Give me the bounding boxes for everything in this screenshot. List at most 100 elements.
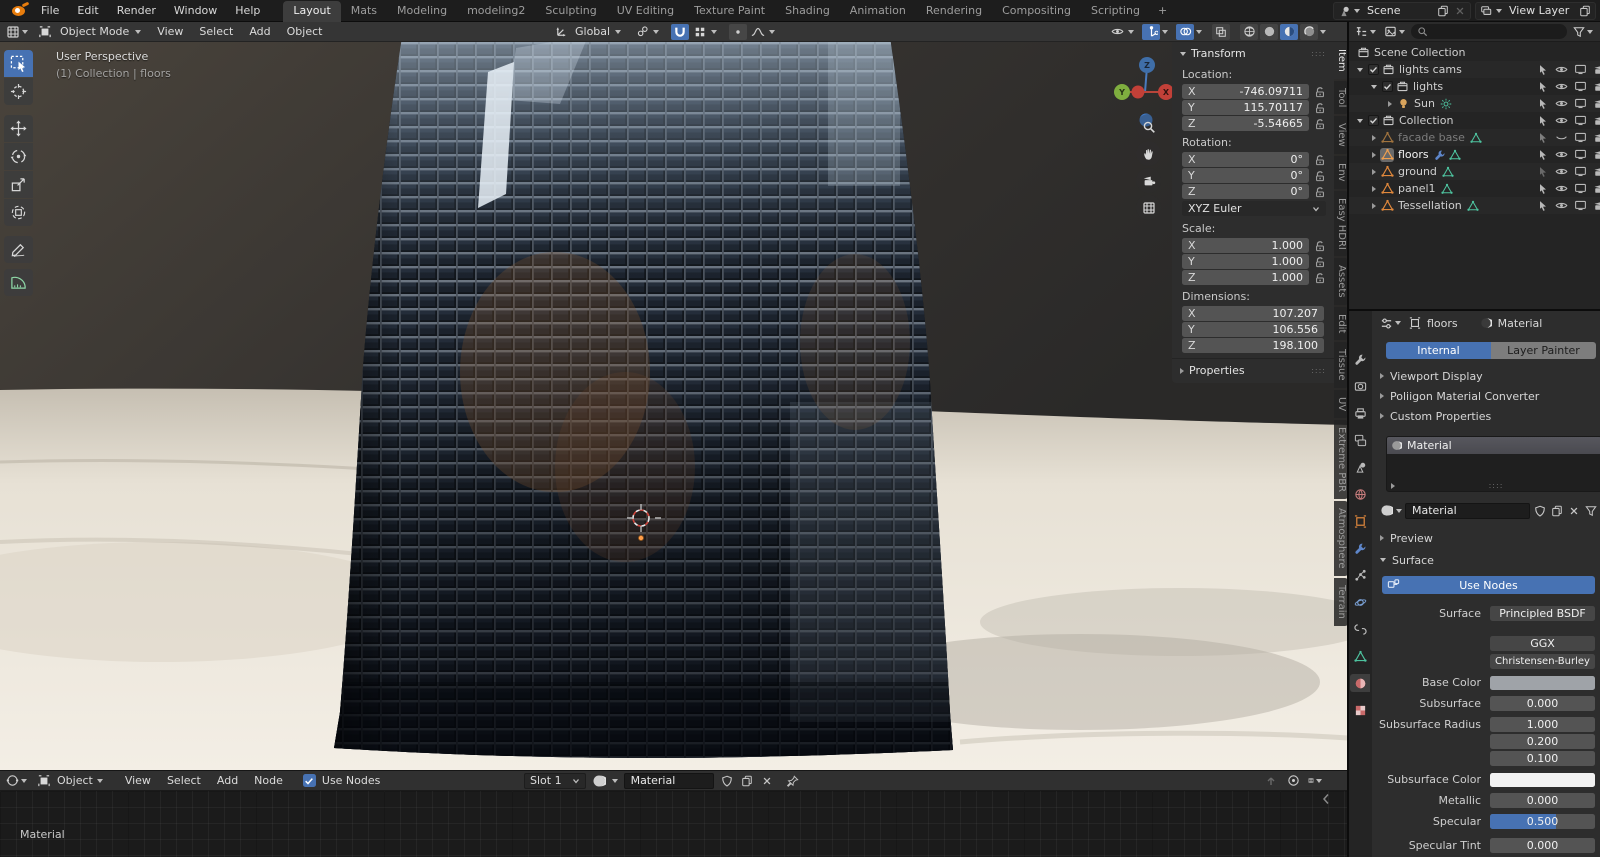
disable-render-icon[interactable] [1593,200,1600,212]
workspace-tab-uv-editing[interactable]: UV Editing [607,1,684,22]
properties-tab-render-icon[interactable] [1350,377,1370,395]
tab-layer-painter[interactable]: Layer Painter [1491,342,1596,359]
workspace-tab-scripting[interactable]: Scripting [1081,1,1150,22]
expand-arrow[interactable] [1372,202,1376,209]
tool-cursor[interactable] [4,78,33,105]
subsurface-method-dropdown[interactable]: Christensen-Burley [1490,654,1595,669]
expand-arrow[interactable] [1357,118,1363,123]
specular-field[interactable]: 0.500 [1490,814,1595,829]
visibility-dropdown-arrow[interactable] [1128,29,1134,34]
sidebar-tab-uv[interactable]: UV [1334,389,1348,418]
outliner-row-lights[interactable]: lights [1348,78,1600,95]
properties-tab-scene-icon[interactable] [1350,458,1370,476]
subsurface-color-swatch[interactable] [1490,772,1595,787]
outliner-row-collection[interactable]: Collection [1348,112,1600,129]
shader-menu-select[interactable]: Select [159,771,209,790]
outliner-search-input[interactable] [1411,24,1567,39]
fake-user-shield-icon[interactable] [1533,504,1547,518]
disable-viewport-icon[interactable] [1574,97,1587,110]
snap-target-icon[interactable] [691,24,709,40]
lock-scale-x-icon[interactable] [1313,239,1326,252]
selectable-icon[interactable] [1537,183,1549,195]
disable-viewport-icon[interactable] [1574,131,1587,144]
pivot-dropdown-arrow[interactable] [653,29,660,34]
scale-z-field[interactable]: Z 1.000 [1182,270,1309,285]
mode-dropdown-arrow[interactable] [135,29,142,34]
material-name-field[interactable]: Material [1405,502,1530,519]
snap-icon[interactable] [1286,774,1300,788]
outliner-row-lights-cams[interactable]: lights cams [1348,61,1600,78]
sidebar-tab-env[interactable]: Env [1334,155,1348,189]
lock-location-y-icon[interactable] [1313,101,1326,114]
breadcrumb-object-name[interactable]: floors [1427,317,1458,330]
workspace-tab-shading[interactable]: Shading [775,1,840,22]
use-nodes-button[interactable]: Use Nodes [1382,576,1595,594]
material-browse-arrow[interactable] [1396,508,1402,513]
dimensions-x-field[interactable]: X 107.207 [1182,306,1324,321]
overlays-toggle-icon[interactable] [1176,23,1194,40]
sidebar-tab-tissue[interactable]: Tissue [1334,342,1348,388]
shader-menu-node[interactable]: Node [246,771,291,790]
properties-tab-particles-icon[interactable] [1350,566,1370,584]
workspace-tab-texture-paint[interactable]: Texture Paint [684,1,775,22]
rotation-y-field[interactable]: Y 0° [1182,168,1309,183]
selectable-icon[interactable] [1537,115,1549,127]
panel-grip[interactable]: :::: [1311,49,1326,58]
dimensions-y-field[interactable]: Y 106.556 [1182,322,1324,337]
scale-x-field[interactable]: X 1.000 [1182,238,1309,253]
base-color-swatch[interactable] [1490,675,1595,690]
properties-tab-view-layer-icon[interactable] [1350,431,1370,449]
blender-logo-icon[interactable] [6,3,30,19]
sidebar-tab-terrain[interactable]: Terrain [1334,577,1348,626]
subsurface-radius-z-field[interactable]: 0.100 [1490,751,1595,766]
shading-rendered-icon[interactable] [1300,23,1318,40]
tool-scale[interactable] [4,171,33,198]
panel-custom-properties[interactable]: Custom Properties [1372,406,1600,426]
disable-render-icon[interactable] [1593,166,1600,178]
disable-render-icon[interactable] [1593,81,1600,93]
properties-tab-world-icon[interactable] [1350,485,1370,503]
workspace-tab-rendering[interactable]: Rendering [916,1,992,22]
collection-checkbox[interactable] [1368,64,1379,75]
lock-rotation-y-icon[interactable] [1313,169,1326,182]
scale-y-field[interactable]: Y 1.000 [1182,254,1309,269]
sidebar-tab-tool[interactable]: Tool [1334,80,1348,115]
workspace-tab-animation[interactable]: Animation [840,1,916,22]
shader-menu-add[interactable]: Add [209,771,246,790]
panel-poliigon-converter[interactable]: Poliigon Material Converter [1372,386,1600,406]
menu-help[interactable]: Help [226,0,269,21]
disable-viewport-icon[interactable] [1574,182,1587,195]
new-view-layer-icon[interactable] [1578,4,1592,18]
node-tree-icon[interactable] [1584,504,1598,518]
slot-list-grip[interactable]: :::: [1395,481,1597,490]
properties-tab-data-icon[interactable] [1350,647,1370,665]
outliner-filter-icon[interactable] [1571,24,1595,40]
viewport-menu-object[interactable]: Object [279,22,331,41]
selectable-icon[interactable] [1537,98,1549,110]
material-slot-selected[interactable]: Material [1387,437,1600,454]
zoom-icon[interactable] [1136,114,1161,139]
panel-preview[interactable]: Preview [1372,528,1433,548]
scene-dropdown-arrow[interactable] [1354,8,1360,13]
lock-rotation-x-icon[interactable] [1313,153,1326,166]
sidebar-tab-easy-hdri[interactable]: Easy HDRI [1334,190,1348,257]
outliner-row-tessellation[interactable]: Tessellation [1348,197,1600,214]
viewport-menu-view[interactable]: View [149,22,191,41]
editor-type-outliner-icon[interactable] [1353,24,1378,40]
lock-rotation-z-icon[interactable] [1313,185,1326,198]
editor-type-shader-icon[interactable] [4,773,29,789]
disable-render-icon[interactable] [1593,132,1600,144]
dimensions-z-field[interactable]: Z 198.100 [1182,338,1324,353]
material-sphere-icon[interactable] [1380,504,1393,517]
subsurface-radius-y-field[interactable]: 0.200 [1490,734,1595,749]
location-x-field[interactable]: X -746.09711 [1182,84,1309,99]
material-browse-arrow[interactable] [611,778,618,783]
lock-location-z-icon[interactable] [1313,117,1326,130]
fake-user-shield-icon[interactable] [720,774,734,788]
orientation-selector[interactable]: Global [572,22,613,41]
outliner-display-mode-icon[interactable] [1382,24,1407,40]
hide-eye-icon[interactable] [1555,80,1568,93]
disable-render-icon[interactable] [1593,183,1600,195]
hide-eye-icon[interactable] [1555,114,1568,127]
shader-editor-canvas[interactable]: Material [0,791,1348,857]
